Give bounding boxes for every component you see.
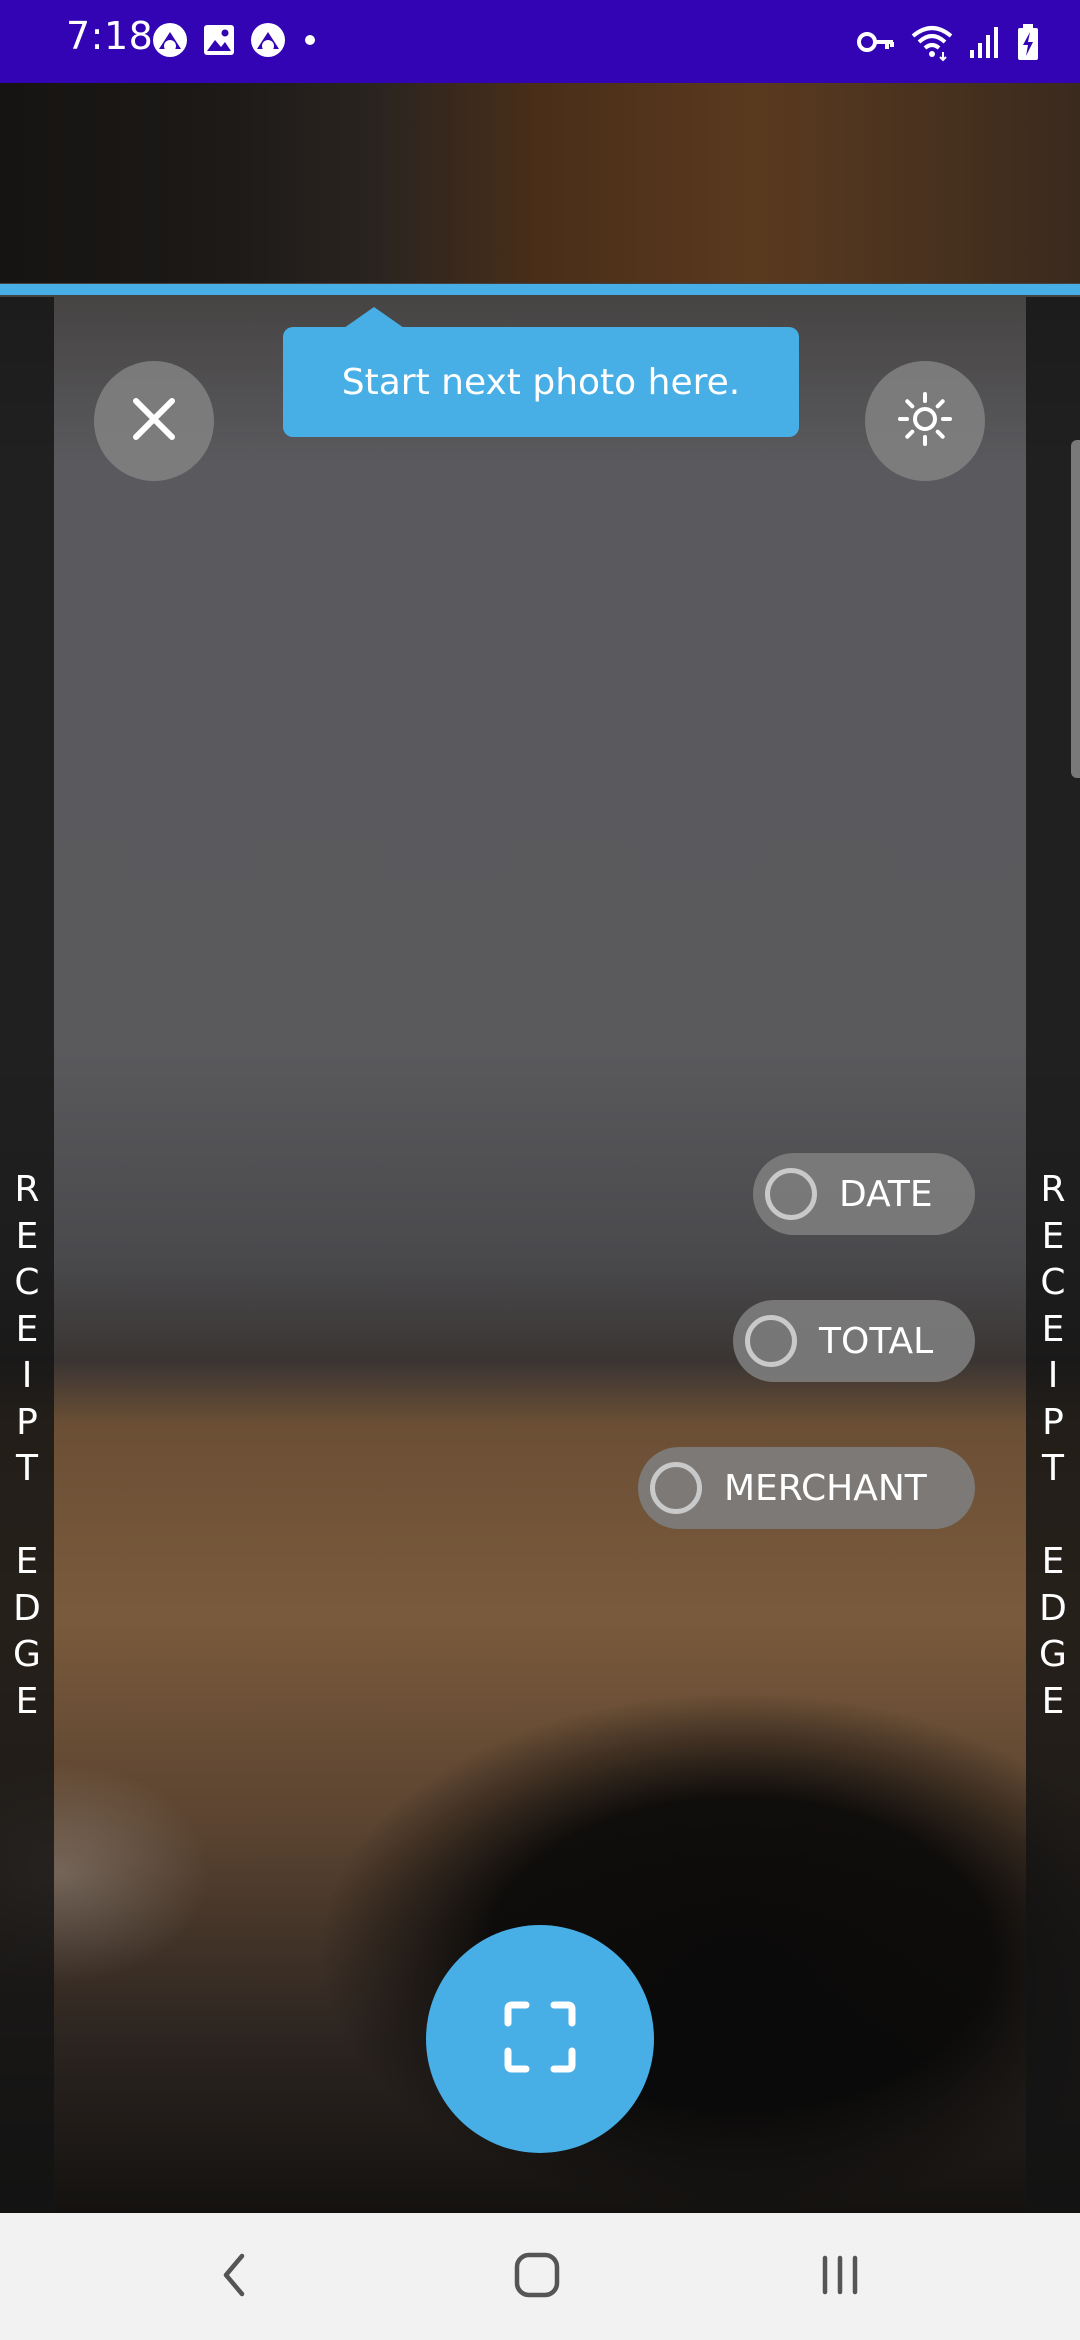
- edge-label-char: [1026, 1493, 1080, 1540]
- edge-label-char: E: [15, 1680, 39, 1722]
- recents-button[interactable]: [800, 2239, 880, 2315]
- edge-label-char: D: [1039, 1587, 1067, 1629]
- battery-charging-icon: [1016, 23, 1040, 61]
- scan-frame-icon: [504, 2001, 576, 2078]
- edge-label-char: P: [16, 1401, 38, 1443]
- radio-icon: [765, 1168, 817, 1220]
- edge-label-char: G: [1039, 1634, 1067, 1675]
- scroll-handle[interactable]: [1071, 440, 1080, 778]
- edge-label-char: R: [1040, 1169, 1066, 1210]
- edge-label-char: C: [1040, 1262, 1066, 1303]
- edge-label-char: E: [1041, 1541, 1065, 1582]
- field-chip-label: TOTAL: [819, 1320, 934, 1362]
- home-button[interactable]: [497, 2239, 577, 2315]
- field-chip-date[interactable]: DATE: [753, 1153, 975, 1235]
- guide-tooltip: Start next photo here.: [283, 327, 799, 437]
- brightness-icon: [895, 389, 955, 454]
- vpn-key-icon: [856, 24, 896, 60]
- back-icon: [215, 2250, 255, 2305]
- field-chip-total[interactable]: TOTAL: [733, 1300, 975, 1382]
- edge-label-char: E: [15, 1215, 39, 1257]
- receipt-edge-right-label: RECEIPT EDGE: [1026, 1167, 1080, 1725]
- signal-icon: [968, 24, 1002, 60]
- edge-label-char: E: [15, 1308, 39, 1350]
- receipt-edge-left: RECEIPT EDGE: [0, 297, 54, 2213]
- status-time: 7:18: [66, 14, 154, 58]
- close-icon: [129, 394, 179, 449]
- wifi-icon: [910, 22, 954, 62]
- receipt-camera-screen: 7:18 R E C E I P T E D G E R E C E I P T…: [0, 0, 1080, 2340]
- field-chip-merchant[interactable]: MERCHANT: [638, 1447, 975, 1529]
- edge-label-char: E: [1041, 1215, 1065, 1257]
- edge-label-char: T: [1042, 1448, 1064, 1489]
- back-button[interactable]: [195, 2239, 275, 2315]
- edge-label-char: D: [13, 1587, 41, 1629]
- edge-label-char: E: [15, 1541, 39, 1582]
- edge-label-char: R: [14, 1169, 40, 1210]
- edge-label-char: E: [1041, 1680, 1065, 1722]
- previous-photo-strip: [0, 83, 1080, 283]
- tooltip-arrow: [344, 307, 404, 328]
- app-notification-icon: [152, 22, 188, 58]
- status-bar: 7:18: [0, 0, 1080, 83]
- capture-button[interactable]: [426, 1925, 654, 2153]
- edge-label-char: I: [21, 1355, 33, 1396]
- field-chip-label: MERCHANT: [724, 1467, 927, 1509]
- navigation-bar: [0, 2213, 1080, 2340]
- app-notification-icon: [250, 22, 286, 58]
- edge-label-char: C: [14, 1262, 40, 1303]
- close-button[interactable]: [94, 361, 214, 481]
- edge-label-char: [0, 1493, 54, 1540]
- edge-label-char: T: [16, 1448, 38, 1489]
- recents-icon: [817, 2252, 863, 2303]
- edge-label-char: E: [1041, 1308, 1065, 1350]
- home-icon: [512, 2250, 562, 2305]
- next-photo-guide-line: [0, 284, 1080, 295]
- dot-icon: [300, 22, 320, 58]
- edge-label-char: G: [13, 1634, 41, 1675]
- edge-label-char: I: [1047, 1355, 1059, 1396]
- flash-button[interactable]: [865, 361, 985, 481]
- status-right-icons: [856, 22, 1040, 62]
- radio-icon: [650, 1462, 702, 1514]
- status-left-icons: [152, 22, 320, 58]
- receipt-edge-left-label: RECEIPT EDGE: [0, 1167, 54, 1725]
- gallery-icon: [202, 23, 236, 57]
- radio-icon: [745, 1315, 797, 1367]
- edge-label-char: P: [1042, 1401, 1064, 1443]
- field-chip-label: DATE: [839, 1173, 933, 1215]
